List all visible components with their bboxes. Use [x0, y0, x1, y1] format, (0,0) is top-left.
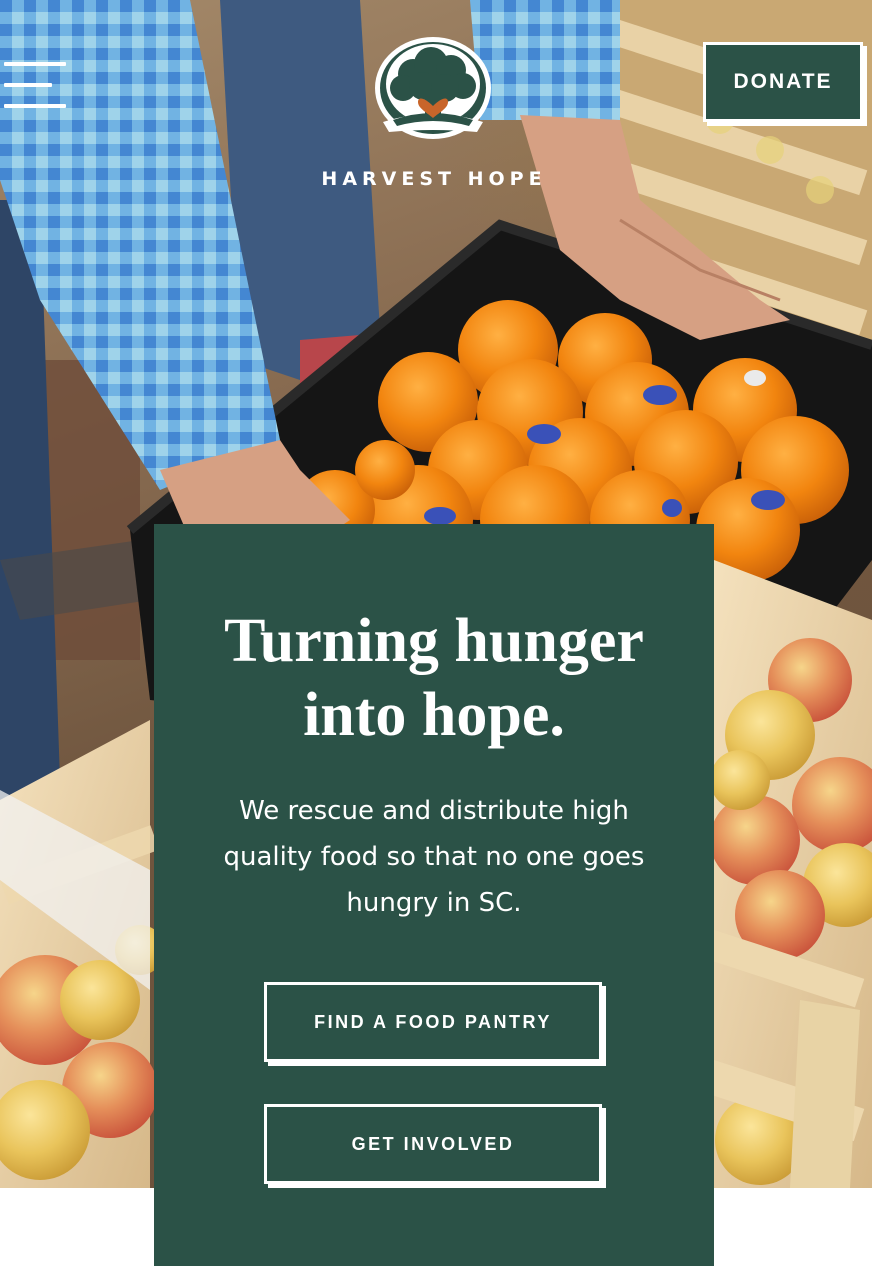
get-involved-button[interactable]: GET INVOLVED: [264, 1104, 602, 1184]
find-food-pantry-button[interactable]: FIND A FOOD PANTRY: [264, 982, 602, 1062]
hero-subtext: We rescue and distribute high quality fo…: [223, 796, 645, 918]
hero-card: Turning hunger into hope. We rescue and …: [154, 524, 714, 1266]
menu-icon-bar: [4, 104, 66, 108]
donate-button[interactable]: DONATE: [703, 42, 863, 122]
hamburger-menu-button[interactable]: [4, 60, 68, 112]
brand-name: HARVEST HOPE: [321, 168, 547, 190]
hamburger-menu-icon: [4, 62, 66, 66]
hero-headline: Turning hunger into hope.: [224, 607, 644, 749]
site-logo[interactable]: HARVEST HOPE: [312, 36, 556, 196]
menu-icon-bar: [4, 83, 52, 87]
tree-heart-logo-icon: [375, 37, 491, 139]
